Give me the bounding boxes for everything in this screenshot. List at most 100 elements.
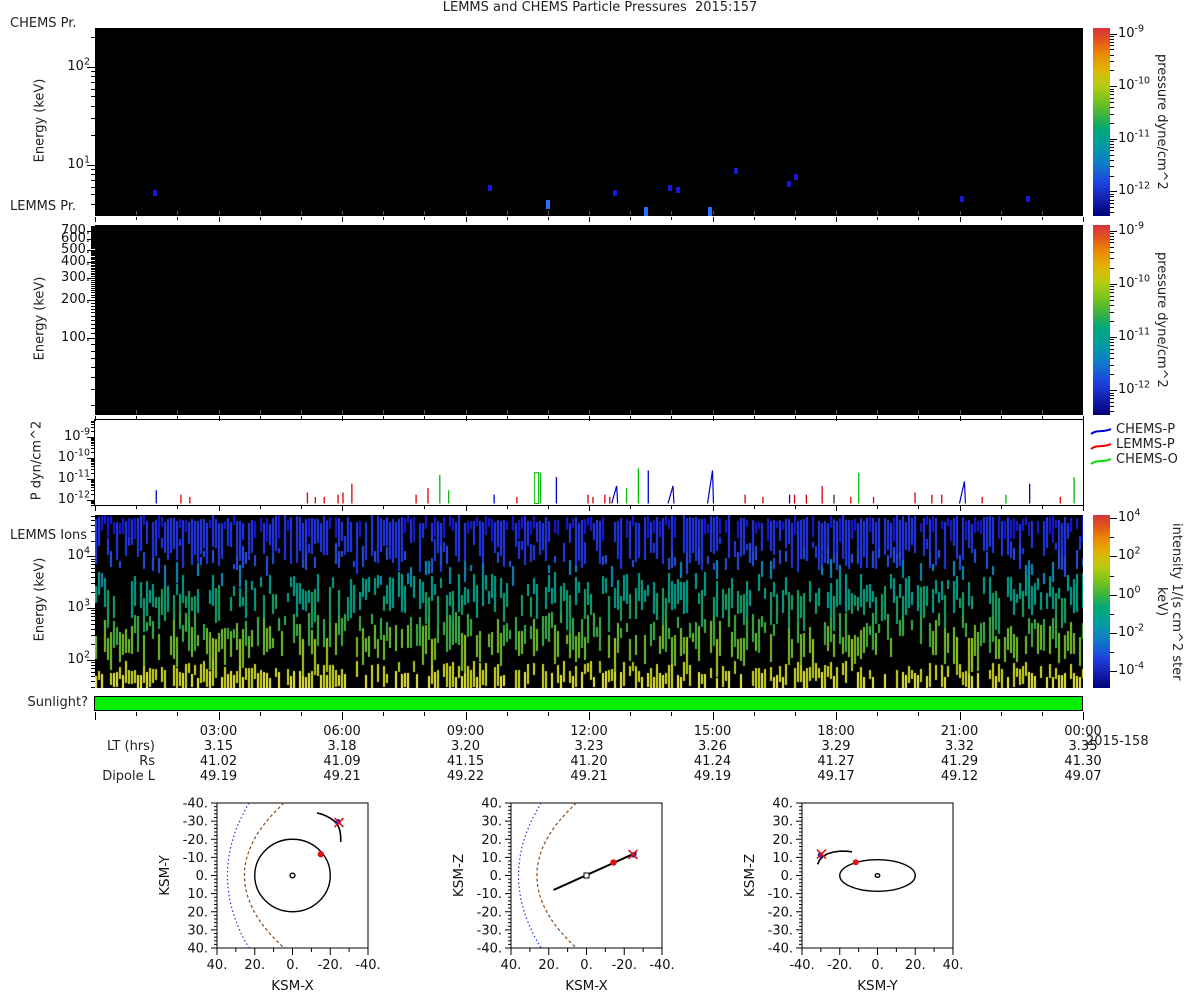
axis-tick	[136, 211, 137, 215]
orbit-y-tick-label: -40.	[477, 942, 502, 957]
ephemeris-lt-value: 3.15	[189, 739, 249, 754]
colorbar-tick-label: 104	[1118, 510, 1176, 526]
axis-tick	[918, 211, 919, 215]
axis-tick	[795, 712, 796, 716]
axis-tick	[1110, 55, 1114, 56]
sunlight-bar	[94, 696, 1083, 711]
axis-tick	[91, 235, 95, 236]
panel-label-chems-pr: CHEMS Pr.	[10, 16, 77, 31]
axis-tick	[91, 89, 95, 90]
axis-tick	[424, 416, 425, 419]
legend-line-chems-p	[1090, 425, 1112, 437]
axis-tick	[1110, 671, 1117, 672]
ephemeris-row-label-dipole: Dipole L	[30, 769, 155, 784]
y-tick-label: 104	[28, 548, 90, 564]
colorbar-tick-label: 10-11	[1118, 329, 1176, 345]
axis-tick	[91, 276, 95, 277]
ephemeris-row-label-rs: Rs	[30, 754, 155, 769]
axis-tick	[91, 282, 95, 283]
trajectory	[317, 813, 341, 842]
spectrogram-data-point	[794, 174, 798, 180]
orbit-x-axis-label: KSM-Y	[857, 978, 898, 994]
orbit-x-tick-label: 40.	[943, 958, 964, 973]
axis-tick	[91, 676, 95, 677]
axis-tick	[1110, 89, 1114, 90]
axis-tick	[91, 245, 95, 246]
axis-tick	[91, 320, 95, 321]
axis-tick	[836, 712, 837, 720]
colorbar-intensity	[1093, 515, 1110, 688]
axis-tick	[1110, 94, 1114, 95]
spectrogram-data-point	[676, 187, 680, 193]
axis-tick	[91, 241, 95, 242]
axis-tick	[630, 217, 631, 220]
axis-tick	[754, 211, 755, 215]
legend-line-chems-o	[1090, 455, 1112, 467]
axis-tick	[177, 712, 178, 716]
axis-tick	[1001, 217, 1002, 220]
axis-tick	[91, 482, 95, 483]
sunlight-label: Sunlight?	[8, 695, 88, 710]
axis-tick	[877, 211, 878, 215]
axis-tick	[671, 211, 672, 215]
axis-tick	[91, 572, 95, 573]
colorbar-tick-label: 10-10	[1118, 78, 1176, 94]
axis-tick	[671, 506, 672, 509]
axis-tick	[1001, 712, 1002, 716]
axis-tick	[1110, 258, 1114, 259]
spectrogram-data-point	[734, 168, 738, 174]
axis-tick	[424, 506, 425, 509]
orbit-x-tick-label: 40.	[501, 958, 522, 973]
axis-tick	[1110, 212, 1114, 213]
axis-tick	[1110, 233, 1114, 234]
ephemeris-rs-value: 41.09	[312, 754, 372, 769]
spectrogram-data-point	[708, 207, 712, 216]
axis-tick	[918, 712, 919, 716]
orbit-x-tick-label: 20.	[538, 958, 559, 973]
pressure-spike	[959, 482, 965, 504]
axis-tick	[424, 217, 425, 220]
ephemeris-dipole-value: 49.21	[312, 769, 372, 784]
orbit-y-tick-label: -40.	[768, 942, 793, 957]
orbit-y-tick-label: 0.	[490, 869, 502, 884]
axis-tick	[136, 410, 137, 414]
axis-tick	[91, 269, 95, 270]
ephemeris-lt-value: 3.29	[806, 739, 866, 754]
axis-tick	[301, 506, 302, 509]
time-label: 06:00	[312, 724, 372, 739]
axis-tick	[1042, 211, 1043, 215]
axis-tick	[91, 502, 95, 503]
axis-tick	[260, 410, 261, 414]
orbit-y-tick-label: -30.	[477, 923, 502, 938]
axis-tick	[918, 506, 919, 509]
axis-tick	[836, 506, 837, 511]
axis-tick	[91, 295, 95, 296]
orbit-x-tick-label: 40.	[207, 958, 228, 973]
pressure-spike	[612, 486, 618, 504]
orbit-x-tick-label: 20.	[244, 958, 265, 973]
axis-tick	[91, 564, 95, 565]
axis-tick	[91, 238, 95, 239]
axis-tick	[91, 244, 95, 245]
axis-tick	[1110, 402, 1114, 403]
pressure-line-panel	[94, 419, 1084, 506]
ephemeris-rs-value: 41.27	[806, 754, 866, 769]
y-tick-label: 10-9	[28, 429, 90, 445]
axis-tick	[795, 506, 796, 509]
axis-tick	[877, 416, 878, 419]
axis-tick	[383, 712, 384, 716]
orbit-y-axis-label: KSM-Z	[742, 854, 758, 897]
axis-tick	[507, 211, 508, 215]
axis-tick	[1001, 506, 1002, 509]
axis-tick	[95, 712, 96, 720]
axis-tick	[1110, 296, 1114, 297]
axis-tick	[91, 82, 95, 83]
axis-tick	[91, 459, 95, 460]
orbit-x-tick-label: -20.	[318, 958, 343, 973]
axis-tick	[91, 284, 95, 285]
colorbar-tick-label: 102	[1118, 548, 1176, 564]
axis-tick	[91, 257, 95, 258]
axis-tick	[877, 506, 878, 509]
spectrogram-data-point	[488, 185, 492, 191]
axis-tick	[1110, 286, 1114, 287]
